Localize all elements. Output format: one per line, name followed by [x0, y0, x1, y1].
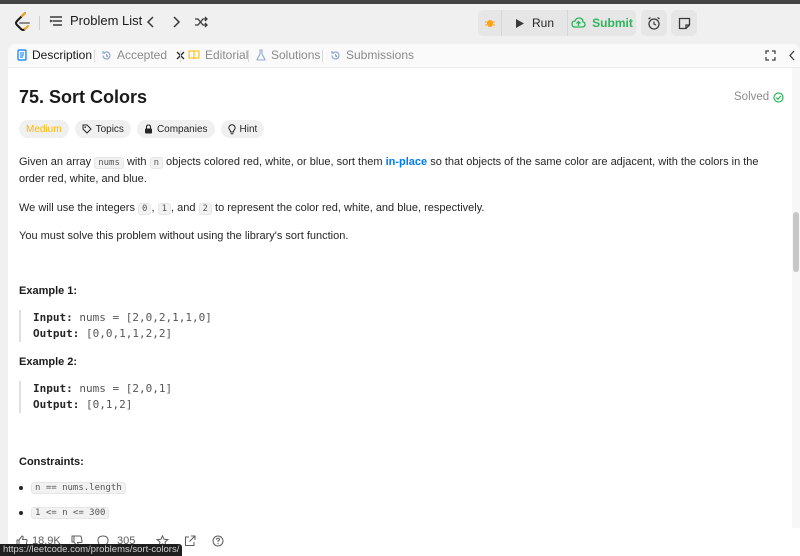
collapse-panel-button[interactable]	[788, 50, 796, 61]
check-circle-icon	[773, 91, 784, 103]
hint-label: Hint	[239, 123, 258, 135]
tab-description-label: Description	[32, 48, 93, 62]
description-panel: Description Accepted Editorial Solutions…	[8, 44, 800, 556]
companies-label: Companies	[156, 123, 208, 135]
list-icon	[49, 15, 63, 27]
description-paragraph-3: You must solve this problem without usin…	[19, 230, 349, 242]
topics-chip[interactable]: Topics	[74, 120, 131, 138]
tab-divider	[322, 50, 323, 62]
inline-code: nums	[94, 157, 124, 169]
history-icon	[331, 50, 340, 60]
solved-status: Solved	[734, 91, 784, 103]
lightbulb-icon	[227, 123, 236, 134]
tab-accepted[interactable]: Accepted	[101, 48, 185, 62]
tab-description[interactable]: Description	[17, 48, 92, 62]
tab-solutions[interactable]: Solutions	[256, 48, 320, 62]
tab-editorial-label: Editorial	[205, 48, 249, 62]
in-place-link[interactable]: in-place	[386, 156, 428, 168]
difficulty-badge: Medium	[19, 120, 69, 138]
chevron-left-icon	[789, 50, 795, 61]
constraint-item: 1 <= n <= 300	[19, 507, 110, 519]
tab-solutions-label: Solutions	[271, 48, 321, 62]
history-icon	[102, 50, 111, 60]
next-problem-button[interactable]	[167, 13, 185, 31]
problem-list-button[interactable]: Problem List	[49, 13, 142, 28]
maximize-panel-button[interactable]	[765, 50, 776, 61]
tab-submissions-label: Submissions	[346, 48, 415, 62]
play-icon	[515, 18, 524, 28]
panel-tab-bar: Description Accepted Editorial Solutions…	[8, 44, 800, 68]
status-bar-url: https://leetcode.com/problems/sort-color…	[0, 544, 183, 556]
companies-chip[interactable]: Companies	[136, 120, 215, 138]
share-button[interactable]	[184, 535, 196, 547]
previous-problem-button[interactable]	[142, 13, 160, 31]
problem-title: 75. Sort Colors	[19, 87, 148, 107]
book-icon	[188, 50, 200, 60]
example-1-block: Input: nums = [2,0,2,1,1,0] Output: [0,0…	[19, 310, 212, 342]
example-2-heading: Example 2:	[19, 356, 78, 368]
lock-icon	[144, 124, 152, 134]
shuffle-icon	[195, 16, 208, 28]
external-link-icon	[185, 535, 196, 546]
chevron-right-icon	[173, 16, 181, 28]
help-button[interactable]	[212, 535, 224, 547]
cloud-upload-icon	[571, 17, 586, 28]
run-button[interactable]: Run	[502, 10, 568, 36]
note-icon	[678, 17, 690, 29]
inline-code: 0	[138, 203, 152, 215]
leetcode-logo-icon[interactable]	[14, 12, 32, 32]
tab-accepted-label: Accepted	[117, 48, 168, 62]
solved-label: Solved	[734, 91, 770, 103]
run-label: Run	[531, 16, 554, 30]
run-submit-group: Run Submit	[478, 10, 636, 36]
tag-icon	[82, 124, 92, 134]
tab-divider	[248, 50, 249, 62]
example-2-block: Input: nums = [2,0,1] Output: [0,1,2]	[19, 381, 172, 413]
bug-icon	[484, 20, 495, 27]
timer-button[interactable]	[641, 10, 667, 36]
document-icon	[17, 49, 27, 61]
description-paragraph-2: We will use the integers 0, 1, and 2 to …	[19, 202, 485, 215]
tab-submissions[interactable]: Submissions	[330, 48, 414, 62]
flask-icon	[256, 49, 266, 61]
tab-divider	[94, 50, 95, 62]
constraint-item: n == nums.length	[19, 482, 126, 494]
inline-code: 1	[157, 203, 171, 215]
question-circle-icon	[212, 535, 224, 547]
topics-label: Topics	[95, 123, 124, 135]
debug-button[interactable]	[478, 10, 502, 36]
maximize-icon	[765, 50, 776, 61]
submit-button[interactable]: Submit	[568, 10, 636, 36]
tab-divider	[180, 50, 181, 62]
tab-editorial[interactable]: Editorial	[188, 48, 248, 62]
random-problem-button[interactable]	[192, 13, 210, 31]
inline-code: 2	[198, 203, 212, 215]
top-navbar: Problem List Run Submit	[0, 4, 800, 40]
problem-tags: Medium Topics Companies Hint	[19, 120, 265, 138]
hint-chip[interactable]: Hint	[220, 120, 265, 138]
inline-code: n	[149, 157, 163, 169]
submit-label: Submit	[592, 16, 633, 30]
description-paragraph-1: Given an array nums with n objects color…	[19, 156, 759, 185]
alarm-clock-icon	[648, 17, 660, 30]
scrollbar-track[interactable]	[792, 68, 800, 528]
chevron-left-icon	[146, 16, 154, 28]
example-1-heading: Example 1:	[19, 285, 78, 297]
notes-button[interactable]	[671, 10, 697, 36]
scrollbar-thumb[interactable]	[793, 212, 799, 272]
navbar-divider	[39, 16, 40, 30]
constraints-heading: Constraints:	[19, 456, 84, 468]
problem-list-label: Problem List	[70, 13, 143, 28]
